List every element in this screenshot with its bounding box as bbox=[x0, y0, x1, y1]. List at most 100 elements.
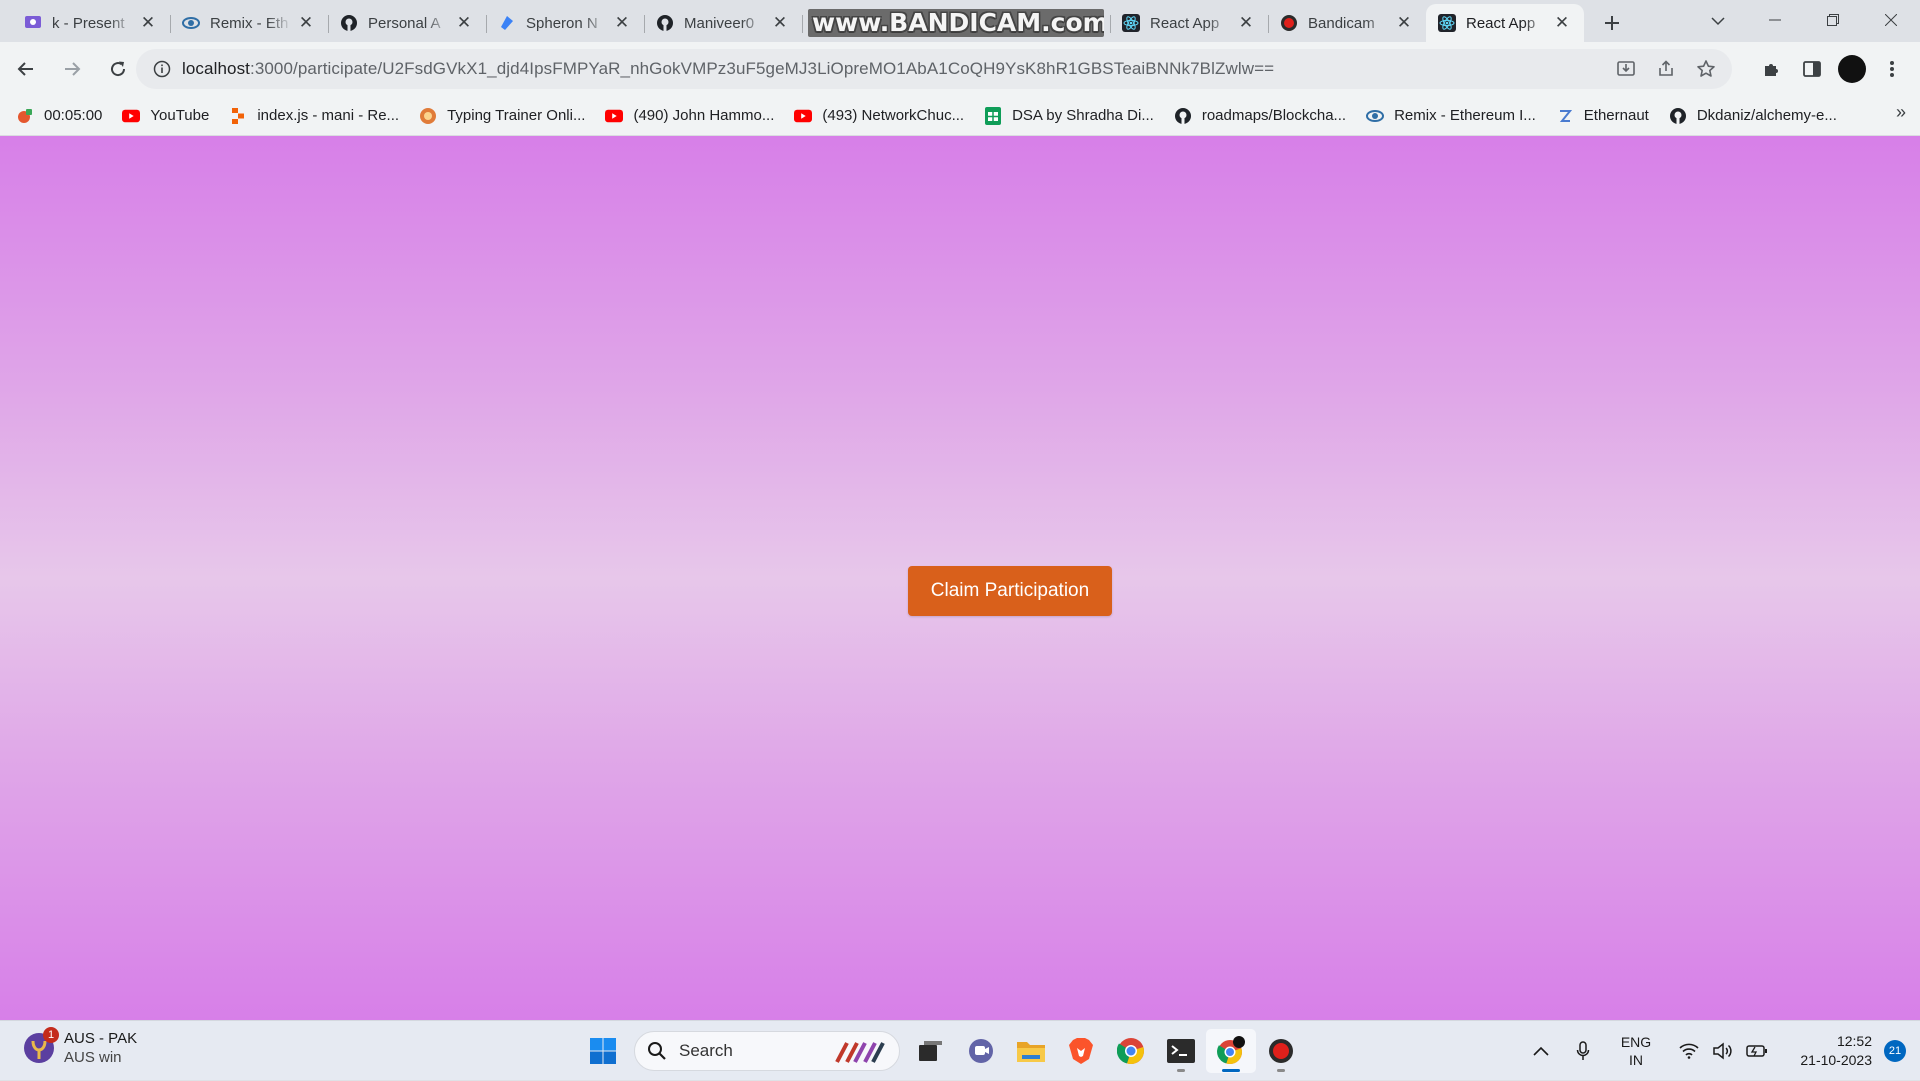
star-icon bbox=[1697, 60, 1715, 77]
close-icon[interactable]: ✕ bbox=[296, 13, 316, 33]
restore-button[interactable] bbox=[1804, 0, 1862, 40]
bookmark-label: 00:05:00 bbox=[44, 107, 103, 124]
menu-button[interactable] bbox=[1872, 49, 1912, 89]
chevron-down-icon bbox=[1711, 17, 1725, 26]
new-tab-button[interactable] bbox=[1594, 4, 1630, 42]
input-language-button[interactable]: ENG IN bbox=[1610, 1033, 1662, 1069]
github-icon bbox=[1669, 107, 1687, 125]
tab-spheron[interactable]: Spheron N ✕ bbox=[486, 4, 644, 42]
tab-title: Remix - Eth bbox=[210, 14, 289, 32]
tab-title: Bandicam bbox=[1308, 14, 1375, 32]
forward-button[interactable] bbox=[52, 49, 92, 89]
taskbar-search[interactable]: Search bbox=[634, 1031, 900, 1071]
profile-button[interactable] bbox=[1832, 49, 1872, 89]
bandicam-record-icon bbox=[1280, 14, 1298, 32]
microphone-button[interactable] bbox=[1566, 1031, 1600, 1071]
weather-widget[interactable]: 1 AUS - PAK AUS win bbox=[22, 1027, 137, 1067]
taskbar-apps: Search bbox=[578, 1029, 1306, 1073]
chrome-profile-button[interactable] bbox=[1206, 1029, 1256, 1073]
bandicam-button[interactable] bbox=[1256, 1029, 1306, 1073]
notification-badge[interactable]: 21 bbox=[1884, 1040, 1906, 1062]
sheets-icon bbox=[984, 106, 1002, 125]
more-bookmarks-button[interactable]: » bbox=[1896, 102, 1906, 123]
brave-browser-button[interactable] bbox=[1056, 1029, 1106, 1073]
minimize-icon bbox=[1769, 19, 1781, 21]
bookmark-label: Typing Trainer Onli... bbox=[447, 107, 586, 124]
site-info-button[interactable] bbox=[142, 49, 182, 89]
bookmark-item[interactable]: Remix - Ethereum I... bbox=[1366, 102, 1536, 130]
tab-github-personal[interactable]: Personal A ✕ bbox=[328, 4, 486, 42]
clock-button[interactable]: 12:52 21-10-2023 bbox=[1780, 1032, 1872, 1070]
bookmark-item[interactable]: DSA by Shradha Di... bbox=[984, 102, 1154, 130]
system-tray: ENG IN 12:52 21-10-2023 21 bbox=[1524, 1021, 1920, 1081]
tab-bandicam[interactable]: Bandicam ✕ bbox=[1268, 4, 1426, 42]
address-bar[interactable]: localhost:3000/participate/U2FsdGVkX1_dj… bbox=[136, 49, 1732, 89]
bookmark-item[interactable]: 00:05:00 bbox=[16, 102, 102, 130]
tab-title: React App bbox=[1150, 14, 1220, 32]
github-icon bbox=[340, 14, 358, 32]
close-icon[interactable]: ✕ bbox=[1552, 13, 1572, 33]
bookmarks-bar: 00:05:00 YouTube index.js - mani - Re...… bbox=[0, 96, 1920, 136]
bookmark-item[interactable]: (493) NetworkChuc... bbox=[794, 102, 964, 130]
battery-button[interactable] bbox=[1740, 1031, 1774, 1071]
teams-chat-button[interactable] bbox=[956, 1029, 1006, 1073]
minimize-button[interactable] bbox=[1746, 0, 1804, 40]
bookmark-item[interactable]: roadmaps/Blockcha... bbox=[1174, 102, 1346, 130]
tab-title: Maniveer0 bbox=[684, 14, 755, 32]
search-icon bbox=[648, 1042, 666, 1060]
side-panel-button[interactable] bbox=[1792, 49, 1832, 89]
close-icon[interactable]: ✕ bbox=[138, 13, 158, 33]
url-text[interactable]: localhost:3000/participate/U2FsdGVkX1_dj… bbox=[182, 59, 1274, 79]
close-icon[interactable]: ✕ bbox=[454, 13, 474, 33]
tab-remix[interactable]: Remix - Eth ✕ bbox=[170, 4, 328, 42]
chrome-button[interactable] bbox=[1106, 1029, 1156, 1073]
show-hidden-icons-button[interactable] bbox=[1524, 1031, 1558, 1071]
tab-react-app-active[interactable]: React App ✕ bbox=[1426, 4, 1584, 42]
tab-github-maniveer[interactable]: Maniveer0 ✕ bbox=[644, 4, 802, 42]
chevron-up-icon bbox=[1533, 1046, 1549, 1056]
chat-icon bbox=[969, 1039, 993, 1063]
terminal-button[interactable] bbox=[1156, 1029, 1206, 1073]
typing-trainer-icon bbox=[419, 107, 437, 125]
file-explorer-button[interactable] bbox=[1006, 1029, 1056, 1073]
reload-button[interactable] bbox=[98, 49, 138, 89]
network-button[interactable] bbox=[1672, 1031, 1706, 1071]
close-icon[interactable]: ✕ bbox=[612, 13, 632, 33]
remix-icon bbox=[182, 14, 200, 32]
bookmark-item[interactable]: Typing Trainer Onli... bbox=[419, 102, 585, 130]
bandicam-watermark: www.BANDICAM.com bbox=[802, 4, 1110, 42]
bookmark-item[interactable]: Dkdaniz/alchemy-e... bbox=[1669, 102, 1837, 130]
start-button[interactable] bbox=[578, 1029, 628, 1073]
task-view-button[interactable] bbox=[906, 1029, 956, 1073]
close-icon[interactable]: ✕ bbox=[1236, 13, 1256, 33]
bookmark-label: index.js - mani - Re... bbox=[257, 107, 400, 124]
bookmark-item[interactable]: (490) John Hammo... bbox=[605, 102, 774, 130]
github-icon bbox=[656, 14, 674, 32]
bookmark-star-button[interactable] bbox=[1686, 49, 1726, 89]
arrow-left-icon bbox=[17, 62, 33, 76]
bookmark-label: Ethernaut bbox=[1583, 107, 1649, 124]
close-icon[interactable]: ✕ bbox=[1394, 13, 1414, 33]
bookmark-label: DSA by Shradha Di... bbox=[1012, 107, 1154, 124]
windows-logo-icon bbox=[590, 1038, 616, 1064]
replit-icon bbox=[229, 107, 247, 125]
search-highlight-icon bbox=[835, 1042, 885, 1063]
back-button[interactable] bbox=[6, 49, 46, 89]
tab-search-button[interactable] bbox=[1703, 6, 1733, 36]
bookmark-item[interactable]: Ethernaut bbox=[1556, 102, 1649, 130]
close-window-button[interactable] bbox=[1862, 0, 1920, 40]
close-icon[interactable]: ✕ bbox=[770, 13, 790, 33]
bookmark-item[interactable]: YouTube bbox=[122, 102, 209, 130]
claim-participation-button[interactable]: Claim Participation bbox=[908, 566, 1112, 616]
volume-button[interactable] bbox=[1706, 1031, 1740, 1071]
extensions-button[interactable] bbox=[1752, 49, 1792, 89]
watermark-text: www.BANDICAM.com bbox=[808, 9, 1104, 37]
arrow-right-icon bbox=[65, 62, 81, 76]
react-icon bbox=[1122, 14, 1140, 32]
tab-react-app[interactable]: React App ✕ bbox=[1110, 4, 1268, 42]
tab-presentation[interactable]: k - Present ✕ bbox=[12, 4, 170, 42]
share-button[interactable] bbox=[1646, 49, 1686, 89]
install-app-button[interactable] bbox=[1606, 49, 1646, 89]
bookmark-item[interactable]: index.js - mani - Re... bbox=[229, 102, 399, 130]
clock-date: 21-10-2023 bbox=[1800, 1052, 1872, 1068]
